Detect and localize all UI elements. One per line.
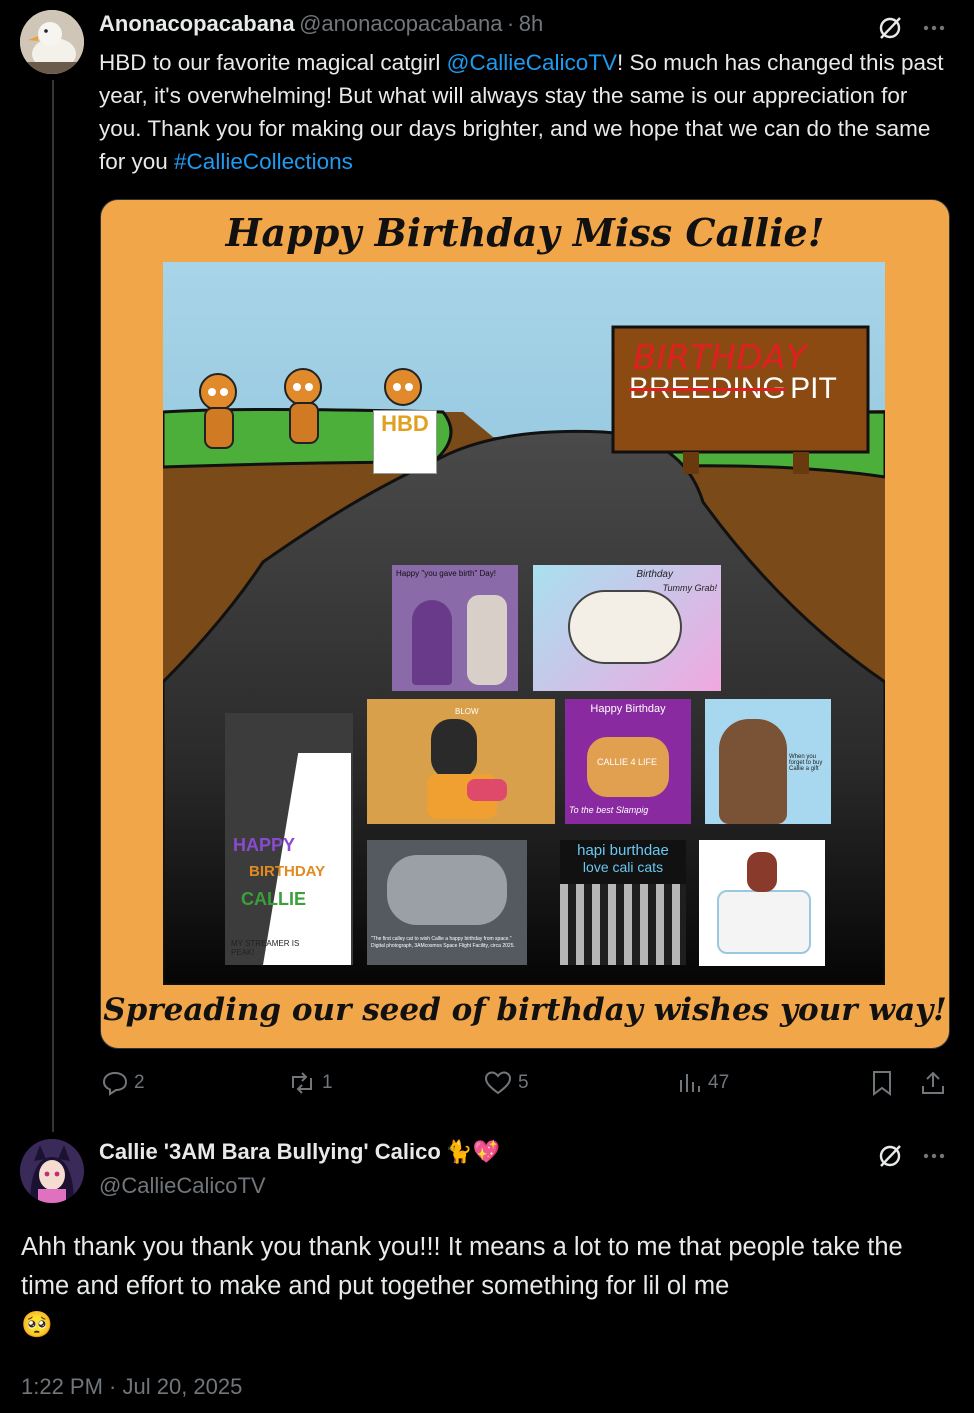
thumb-forgot-gift: When you forget to buy Callie a gift <box>705 699 831 824</box>
views-button[interactable]: 47 <box>678 1070 729 1096</box>
thumb-you-gave-birth: Happy "you gave birth" Day! <box>392 565 518 691</box>
hbd-box-text: HBD <box>381 411 429 436</box>
post1-image[interactable]: Happy Birthday Miss Callie! BIRTHDAY BRE… <box>100 199 950 1049</box>
share-icon <box>922 1071 944 1094</box>
reply-button[interactable]: 2 <box>102 1070 145 1096</box>
post2-timestamp[interactable]: 1:22 PM · Jul 20, 2025 <box>21 1374 242 1400</box>
more-options-icon[interactable] <box>920 1142 948 1170</box>
more-options-icon[interactable] <box>920 14 948 42</box>
post1-display-name[interactable]: Anonacopacabana <box>99 11 295 36</box>
thumb-space-photo: "The first calley cat to wish Callie a h… <box>367 840 527 965</box>
bookmark-icon <box>873 1071 891 1096</box>
share-button[interactable] <box>920 1070 946 1096</box>
image-top-banner: Happy Birthday Miss Callie! <box>225 210 825 255</box>
thumb-caption: HAPPY <box>233 835 296 855</box>
bookmark-button[interactable] <box>870 1070 894 1096</box>
views-icon <box>680 1074 700 1092</box>
thumb-my-streamer: HAPPY BIRTHDAY CALLIE MY STREAMER IS PEA… <box>225 713 353 965</box>
reply-icon <box>102 1071 128 1096</box>
thumb-caption: When you forget to buy Callie a gift <box>789 754 823 772</box>
post1-header: Anonacopacabana @anonacopacabana · 8h <box>99 11 543 37</box>
post1-text-part: HBD to our favorite magical catgirl <box>99 50 447 75</box>
duck-avatar-icon <box>20 10 84 74</box>
thumb-caption: To the best Slampig <box>569 805 649 815</box>
thumb-caption: hapi burthdae <box>577 842 669 859</box>
like-button[interactable]: 5 <box>484 1070 529 1096</box>
thumb-caption: Tummy Grab! <box>662 583 717 593</box>
sign-pit: PIT <box>790 372 837 405</box>
avatar-calliecalicotv[interactable] <box>20 1139 84 1203</box>
sign-pit-text: BREEDING PIT <box>629 372 837 406</box>
grok-icon[interactable] <box>876 1142 904 1170</box>
thumb-hapi-burthdae: hapi burthdae love cali cats <box>560 840 686 965</box>
thread-connector-line <box>52 80 54 1132</box>
thumb-caption: CALLIE 4 LIFE <box>596 757 658 767</box>
post2-handle[interactable]: @CallieCalicoTV <box>99 1173 266 1199</box>
thumb-caption: BIRTHDAY <box>249 863 326 880</box>
image-bottom-banner: Spreading our seed of birthday wishes yo… <box>103 992 947 1028</box>
thumb-caption: CALLIE <box>241 889 306 909</box>
thumb-caption: Happy Birthday <box>590 703 666 715</box>
post2-display-name[interactable]: Callie '3AM Bara Bullying' Calico <box>99 1139 441 1164</box>
post2-name-emoji: 🐈💖 <box>445 1139 501 1164</box>
post2-header: Callie '3AM Bara Bullying' Calico 🐈💖 <box>99 1139 500 1165</box>
like-count: 5 <box>518 1072 529 1093</box>
pleading-face-emoji: 🥺 <box>21 1311 53 1339</box>
post2-text-block: Ahh thank you thank you thank you!!! It … <box>21 1228 956 1345</box>
post1-text: HBD to our favorite magical catgirl @Cal… <box>99 46 949 178</box>
heart-icon <box>484 1071 512 1095</box>
thumb-caption: love cali cats <box>582 859 664 875</box>
post1-time[interactable]: 8h <box>519 11 543 36</box>
thumb-callie-4-life: Happy Birthday CALLIE 4 LIFE To the best… <box>565 699 691 824</box>
post1-separator: · <box>506 11 515 36</box>
thumb-caption: MY STREAMER IS PEAK! <box>231 939 300 957</box>
mention-link[interactable]: @CallieCalicoTV <box>447 50 617 75</box>
grok-icon[interactable] <box>876 14 904 42</box>
views-count: 47 <box>708 1072 730 1093</box>
avatar-anonacopacabana[interactable] <box>20 10 84 74</box>
post1-handle[interactable]: @anonacopacabana <box>299 11 502 36</box>
post2-text: Ahh thank you thank you thank you!!! It … <box>21 1233 903 1300</box>
hashtag-link[interactable]: #CallieCollections <box>174 149 353 174</box>
catgirl-avatar-icon <box>20 1139 84 1203</box>
thumb-cake <box>699 840 825 966</box>
hbd-box: HBD <box>373 410 437 474</box>
thumb-caption: BLOW <box>455 707 479 716</box>
thumb-caption: Birthday <box>636 569 673 580</box>
thumb-caption: "The first calley cat to wish Callie a h… <box>371 936 515 949</box>
repost-icon <box>292 1072 312 1094</box>
reply-count: 2 <box>134 1072 145 1093</box>
thumb-tummy-grab: Birthday Tummy Grab! <box>533 565 721 691</box>
sign-breeding: BREEDING <box>629 372 786 405</box>
repost-count: 1 <box>322 1072 333 1093</box>
repost-button[interactable]: 1 <box>288 1070 333 1096</box>
thumb-caption: Happy "you gave birth" Day! <box>396 569 496 578</box>
thumb-blow-cake: BLOW <box>367 699 555 824</box>
